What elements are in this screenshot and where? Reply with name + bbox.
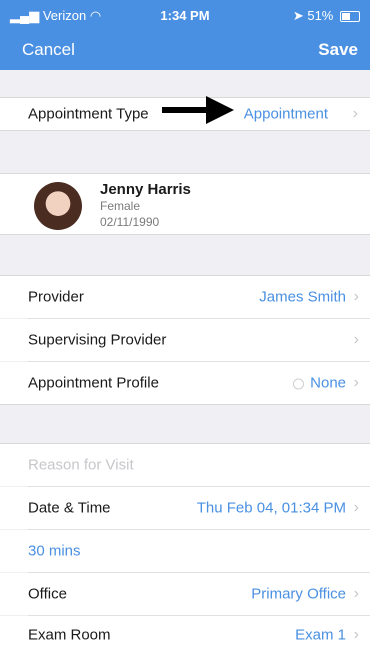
arrow-icon <box>162 96 234 124</box>
office-value: Primary Office <box>251 585 346 603</box>
patient-gender: Female <box>100 199 141 213</box>
supervising-provider-label: Supervising Provider <box>28 331 167 349</box>
chevron-right-icon: › <box>353 499 359 516</box>
patient-card[interactable]: Jenny Harris Female 02/11/1990 <box>0 174 370 234</box>
provider-row[interactable]: Provider James Smith › <box>0 276 370 318</box>
section-gap <box>0 70 370 98</box>
exam-room-row[interactable]: Exam Room Exam 1 › <box>0 616 370 654</box>
chevron-right-icon: › <box>353 626 359 643</box>
appointment-type-value: Appointment <box>243 105 328 123</box>
date-time-row[interactable]: Date & Time Thu Feb 04, 01:34 PM › <box>0 487 370 529</box>
save-button[interactable]: Save <box>318 40 358 60</box>
chevron-right-icon: › <box>353 288 359 305</box>
avatar <box>34 182 82 230</box>
appointment-profile-value: None <box>310 374 346 392</box>
appointment-profile-label: Appointment Profile <box>28 374 159 392</box>
status-bar: ▂▄▆ Verizon ◠ 1:34 PM ➤ 51% <box>0 0 370 30</box>
provider-label: Provider <box>28 288 84 306</box>
office-row[interactable]: Office Primary Office › <box>0 573 370 615</box>
chevron-right-icon: › <box>353 331 359 348</box>
battery-icon <box>340 11 360 23</box>
chevron-right-icon: › <box>352 105 358 122</box>
patient-name: Jenny Harris <box>100 181 191 198</box>
section-gap <box>0 235 370 275</box>
exam-room-label: Exam Room <box>28 626 111 644</box>
chevron-right-icon: › <box>353 585 359 602</box>
section-gap <box>0 131 370 173</box>
date-time-value: Thu Feb 04, 01:34 PM <box>196 499 346 517</box>
profile-color-icon <box>293 378 305 390</box>
provider-value: James Smith <box>259 288 346 306</box>
location-icon: ➤ <box>292 8 304 23</box>
cancel-button[interactable]: Cancel <box>22 40 75 60</box>
supervising-provider-row[interactable]: Supervising Provider › <box>0 319 370 361</box>
reason-for-visit-row[interactable]: Reason for Visit <box>0 444 370 486</box>
appointment-profile-row[interactable]: Appointment Profile None › <box>0 362 370 404</box>
office-label: Office <box>28 585 67 603</box>
navigation-bar: ▂▄▆ Verizon ◠ 1:34 PM ➤ 51% Cancel Save <box>0 0 370 70</box>
duration-row[interactable]: 30 mins <box>0 530 370 572</box>
patient-dob: 02/11/1990 <box>100 215 160 229</box>
reason-for-visit-input[interactable]: Reason for Visit <box>28 457 134 474</box>
duration-value: 30 mins <box>28 542 81 560</box>
chevron-right-icon: › <box>353 374 359 391</box>
appointment-type-label: Appointment Type <box>28 105 149 123</box>
section-gap <box>0 405 370 443</box>
date-time-label: Date & Time <box>28 499 111 517</box>
exam-room-value: Exam 1 <box>295 626 346 644</box>
battery-percent: 51% <box>307 8 334 23</box>
